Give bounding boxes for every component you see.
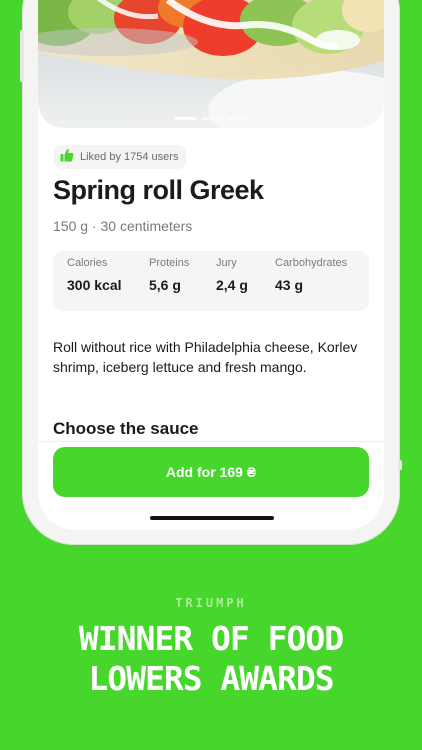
nutrition-proteins: Proteins 5,6 g: [149, 257, 189, 293]
pager-dot[interactable]: [228, 117, 250, 120]
add-to-cart-button[interactable]: Add for 169 ₴: [53, 447, 369, 497]
sauce-section-title: Choose the sauce: [53, 419, 199, 438]
pager-dot[interactable]: [201, 117, 223, 120]
home-indicator[interactable]: [150, 516, 274, 520]
likes-count-text: Liked by 1754 users: [80, 151, 179, 163]
nutrition-card: Calories 300 kcal Proteins 5,6 g Jury 2,…: [53, 251, 369, 311]
nutrition-carbohydrates: Carbohydrates 43 g: [275, 257, 347, 293]
promo-eyebrow: TRIUMPH: [175, 596, 247, 610]
nutrition-label: Calories: [67, 257, 108, 269]
promo-headline-line2: LOWERS AWARDS: [88, 659, 334, 698]
nutrition-calories: Calories 300 kcal: [67, 257, 122, 293]
photo-pager[interactable]: [174, 117, 250, 120]
thumbs-up-icon: [60, 148, 74, 167]
nutrition-value: 5,6 g: [149, 277, 181, 293]
promo-headline-line1: WINNER OF FOOD: [78, 619, 344, 658]
likes-badge: Liked by 1754 users: [54, 145, 187, 169]
dish-photo[interactable]: [38, 0, 384, 128]
promo-headline: WINNER OF FOOD LOWERS AWARDS: [0, 619, 422, 699]
nutrition-label: Proteins: [149, 257, 190, 269]
nutrition-value: 2,4 g: [216, 277, 248, 293]
dish-title: Spring roll Greek: [53, 175, 264, 205]
nutrition-value: 300 kcal: [67, 277, 122, 293]
nutrition-label: Jury: [216, 257, 237, 269]
nutrition-value: 43 g: [275, 277, 304, 293]
phone-side-button: [20, 30, 24, 82]
dish-photo-image: [38, 0, 384, 128]
nutrition-jury: Jury 2,4 g: [216, 257, 248, 293]
dish-subtitle: 150 g · 30 centimeters: [53, 218, 193, 234]
dish-description: Roll without rice with Philadelphia chee…: [53, 339, 358, 375]
app-screen: Liked by 1754 users Spring roll Greek 15…: [38, 0, 384, 530]
pager-dot-active[interactable]: [174, 117, 196, 120]
nutrition-label: Carbohydrates: [275, 257, 348, 269]
phone-side-button: [398, 460, 402, 470]
